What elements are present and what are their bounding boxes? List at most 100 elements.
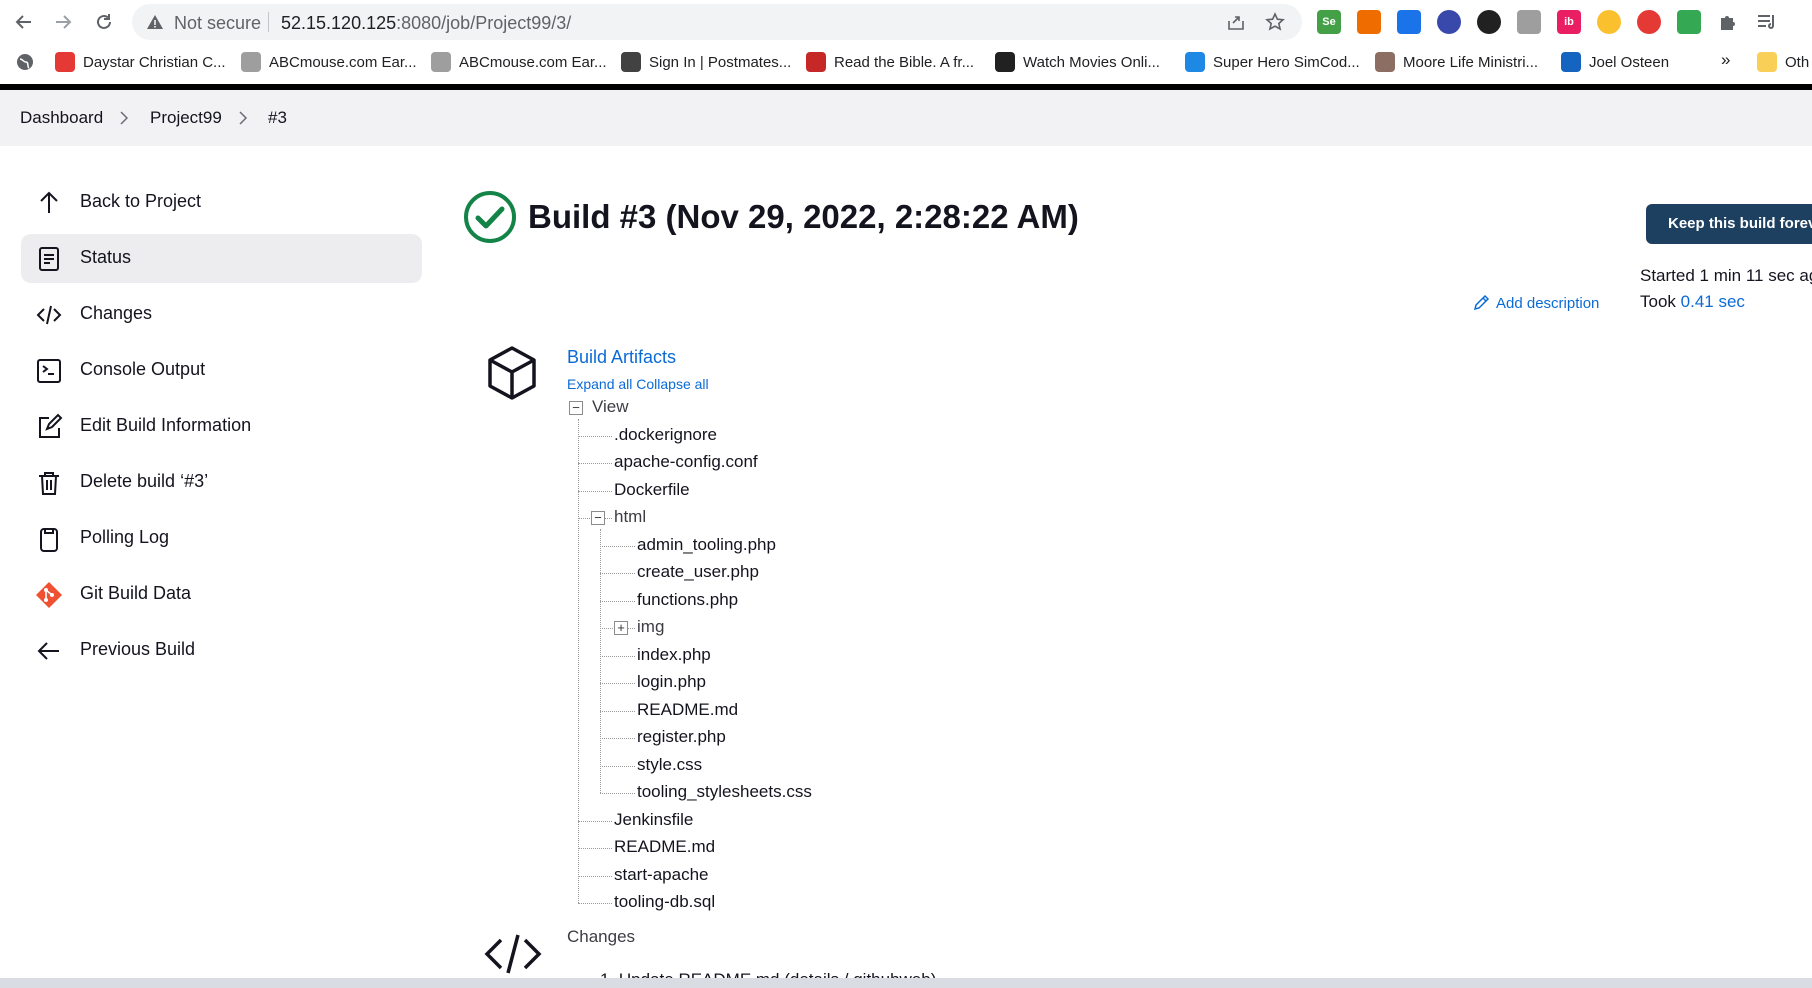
tree-file[interactable]: Jenkinsfile bbox=[614, 810, 693, 830]
tree-connector bbox=[600, 600, 635, 602]
forward-button[interactable] bbox=[47, 6, 79, 38]
tree-file[interactable]: start-apache bbox=[614, 865, 709, 885]
sidebar-item-label: Back to Project bbox=[80, 191, 202, 211]
tree-file[interactable]: README.md bbox=[614, 837, 715, 857]
bookmark-label: ABCmouse.com Ear... bbox=[459, 53, 607, 71]
sidebar-item-delete-build[interactable]: Delete build ‘#3’ bbox=[21, 458, 422, 507]
sidebar-item-edit-build-information[interactable]: Edit Build Information bbox=[21, 402, 422, 451]
build-duration: Took 0.41 sec bbox=[1640, 292, 1745, 312]
bookmarks-overflow[interactable]: » bbox=[1721, 50, 1730, 70]
tree-file[interactable]: register.php bbox=[637, 727, 726, 747]
security-label[interactable]: Not secure bbox=[174, 13, 261, 34]
document-icon bbox=[39, 247, 59, 271]
build-artifacts-link[interactable]: Build Artifacts bbox=[567, 347, 676, 368]
bookmark-simcode[interactable]: Super Hero SimCod... bbox=[1185, 52, 1360, 72]
reading-list-icon[interactable] bbox=[1756, 11, 1778, 33]
sidebar-item-polling-log[interactable]: Polling Log bbox=[21, 514, 422, 563]
puzzle-icon[interactable] bbox=[1717, 11, 1739, 33]
tree-folder[interactable]: View bbox=[592, 397, 629, 417]
bookmark-label: ABCmouse.com Ear... bbox=[269, 53, 417, 71]
share-icon[interactable] bbox=[1226, 12, 1246, 32]
tree-file[interactable]: index.php bbox=[637, 645, 711, 665]
tree-collapse-toggle[interactable]: − bbox=[591, 511, 605, 525]
tree-file[interactable]: admin_tooling.php bbox=[637, 535, 776, 555]
tree-file[interactable]: login.php bbox=[637, 672, 706, 692]
favicon-icon bbox=[1185, 52, 1205, 72]
extension-gauge-icon[interactable] bbox=[1597, 10, 1621, 34]
extension-gray-icon[interactable] bbox=[1517, 10, 1541, 34]
tree-file[interactable]: README.md bbox=[637, 700, 738, 720]
tree-collapse-toggle[interactable]: − bbox=[569, 401, 583, 415]
took-duration-link[interactable]: 0.41 sec bbox=[1681, 292, 1745, 311]
sidebar-item-console-output[interactable]: Console Output bbox=[21, 346, 422, 395]
tree-file[interactable]: tooling-db.sql bbox=[614, 892, 715, 912]
sidebar-item-label: Edit Build Information bbox=[80, 415, 252, 435]
favicon-icon bbox=[806, 52, 826, 72]
address-bar[interactable]: Not secure 52.15.120.125:8080/job/Projec… bbox=[132, 4, 1302, 40]
extension-ib-icon[interactable]: ib bbox=[1557, 10, 1581, 34]
extension-ring-icon[interactable] bbox=[1477, 10, 1501, 34]
bookmark-daystar[interactable]: Daystar Christian C... bbox=[55, 52, 226, 72]
bookmark-abcmouse-1[interactable]: ABCmouse.com Ear... bbox=[241, 52, 417, 72]
tree-file[interactable]: create_user.php bbox=[637, 562, 759, 582]
bookmark-movies[interactable]: Watch Movies Onli... bbox=[995, 52, 1160, 72]
tree-expand-toggle[interactable]: + bbox=[614, 621, 628, 635]
tree-connector bbox=[578, 820, 612, 822]
favicon-icon bbox=[995, 52, 1015, 72]
tree-connector bbox=[578, 848, 612, 849]
bookmark-abcmouse-2[interactable]: ABCmouse.com Ear... bbox=[431, 52, 607, 72]
url-text[interactable]: 52.15.120.125:8080/job/Project99/3/ bbox=[281, 13, 571, 34]
breadcrumb-dashboard[interactable]: Dashboard bbox=[20, 108, 103, 128]
sidebar-item-label: Status bbox=[80, 247, 132, 267]
bookmark-label: Watch Movies Onli... bbox=[1023, 53, 1160, 71]
globe-icon[interactable] bbox=[15, 52, 35, 72]
bookmark-moore[interactable]: Moore Life Ministri... bbox=[1375, 52, 1538, 72]
tree-file[interactable]: style.css bbox=[637, 755, 702, 775]
changes-heading: Changes bbox=[567, 927, 636, 946]
page-title: Build #3 (Nov 29, 2022, 2:28:22 AM) bbox=[528, 198, 1079, 235]
bookmark-label: Super Hero SimCod... bbox=[1213, 53, 1360, 71]
bookmark-postmates[interactable]: Sign In | Postmates... bbox=[621, 52, 791, 72]
expand-all-link[interactable]: Expand all bbox=[567, 376, 632, 392]
tree-folder[interactable]: html bbox=[614, 507, 646, 527]
add-description-link[interactable]: Add description bbox=[1472, 294, 1599, 312]
sidebar-item-changes[interactable]: Changes bbox=[21, 290, 422, 339]
tree-folder[interactable]: img bbox=[637, 617, 664, 637]
breadcrumb-build[interactable]: #3 bbox=[268, 108, 287, 128]
sidebar-item-previous-build[interactable]: Previous Build bbox=[21, 626, 422, 675]
code-icon bbox=[36, 305, 62, 325]
tree-file[interactable]: tooling_stylesheets.css bbox=[637, 782, 812, 802]
bookmark-other[interactable]: Oth bbox=[1757, 52, 1809, 72]
back-button[interactable] bbox=[8, 6, 40, 38]
success-check-icon bbox=[464, 191, 516, 243]
extension-sheet-icon[interactable] bbox=[1677, 10, 1701, 34]
keep-build-button[interactable]: Keep this build forever bbox=[1646, 204, 1812, 244]
collapse-all-link[interactable]: Collapse all bbox=[636, 376, 708, 392]
tree-file[interactable]: functions.php bbox=[637, 590, 738, 610]
tree-connector bbox=[600, 793, 635, 794]
extension-red-icon[interactable] bbox=[1637, 10, 1661, 34]
tree-file[interactable]: .dockerignore bbox=[614, 425, 717, 445]
selenium-ide-icon[interactable]: Se bbox=[1317, 10, 1341, 34]
bookmark-label: Oth bbox=[1785, 53, 1810, 71]
tree-connector bbox=[578, 875, 612, 877]
extension-orange-icon[interactable] bbox=[1357, 10, 1381, 34]
build-started-text: Started 1 min 11 sec ago bbox=[1640, 266, 1812, 285]
sidebar-item-label: Delete build ‘#3’ bbox=[80, 471, 209, 491]
tree-file[interactable]: apache-config.conf bbox=[614, 452, 758, 472]
add-description-label: Add description bbox=[1496, 294, 1600, 312]
arrow-left-icon bbox=[15, 15, 31, 29]
sidebar-item-back-to-project[interactable]: Back to Project bbox=[21, 178, 422, 227]
extension-triangle-icon[interactable] bbox=[1397, 10, 1421, 34]
sidebar-item-status[interactable]: Status bbox=[21, 234, 422, 283]
bookmark-bible[interactable]: Read the Bible. A fr... bbox=[806, 52, 974, 72]
extension-circle-icon[interactable] bbox=[1437, 10, 1461, 34]
tree-file[interactable]: Dockerfile bbox=[614, 480, 690, 500]
sidebar-item-label: Console Output bbox=[80, 359, 206, 379]
star-icon[interactable] bbox=[1265, 12, 1285, 32]
sidebar-item-git-build-data[interactable]: Git Build Data bbox=[21, 570, 422, 619]
reload-button[interactable] bbox=[88, 6, 120, 38]
breadcrumb-project[interactable]: Project99 bbox=[150, 108, 222, 128]
url-host: 52.15.120.125 bbox=[281, 13, 397, 33]
bookmark-osteen[interactable]: Joel Osteen bbox=[1561, 52, 1669, 72]
